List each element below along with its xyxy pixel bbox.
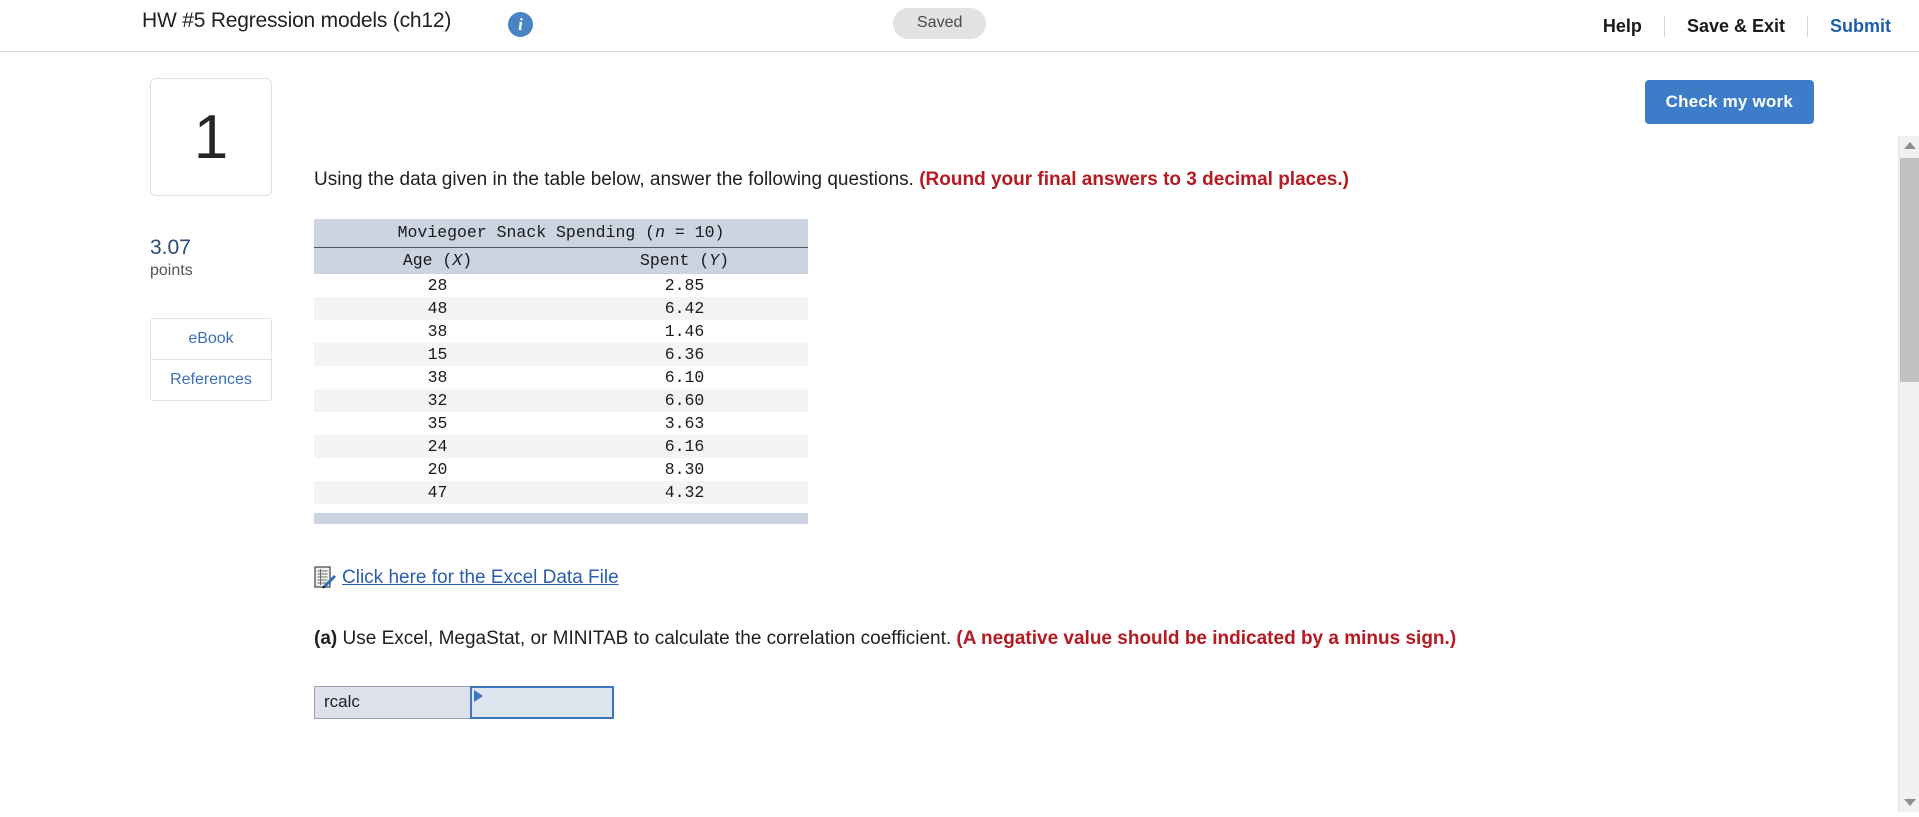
answer-label-rcalc: rcalc: [315, 686, 470, 718]
cell-age: 47: [427, 482, 448, 502]
question-rail: 1 3.07 points eBook References: [150, 78, 272, 401]
ebook-button[interactable]: eBook: [151, 319, 271, 359]
chevron-down-icon: [1903, 799, 1916, 806]
cell-spent: 3.63: [664, 413, 705, 433]
scroll-down-button[interactable]: [1899, 793, 1919, 812]
cell-age: 24: [427, 436, 448, 456]
scroll-up-button[interactable]: [1899, 136, 1919, 155]
assignment-title: HW #5 Regression models (ch12): [142, 9, 452, 32]
question-number-box: 1: [150, 78, 272, 196]
table-row: 24 6.16: [314, 434, 808, 458]
question-stem-text: Using the data given in the table below,…: [314, 169, 914, 190]
table-footer-bar: [314, 512, 808, 524]
table-row: 20 8.30: [314, 457, 808, 481]
excel-data-file-row: Click here for the Excel Data File: [314, 565, 1859, 590]
part-a-hint: (A negative value should be indicated by…: [956, 627, 1457, 649]
scrollbar-thumb[interactable]: [1900, 158, 1919, 382]
points-value: 3.07: [150, 236, 191, 259]
status-badge: Saved: [893, 8, 987, 39]
top-header-bar: HW #5 Regression models (ch12) i Saved H…: [0, 0, 1919, 52]
question-stem: Using the data given in the table below,…: [314, 166, 1859, 194]
cell-spent: 6.36: [664, 344, 705, 364]
cell-age: 32: [427, 390, 448, 410]
cell-age: 38: [427, 367, 448, 387]
references-button[interactable]: References: [151, 359, 271, 400]
submit-link[interactable]: Submit: [1807, 15, 1891, 37]
question-stem-hint: (Round your final answers to 3 decimal p…: [919, 169, 1349, 190]
cell-age: 15: [427, 344, 448, 364]
answer-row: rcalc: [314, 685, 614, 719]
info-icon[interactable]: i: [508, 12, 533, 37]
cell-spent: 6.42: [664, 298, 705, 318]
table-body: 28 2.85 48 6.42 38 1.46 15 6.36 38 6.10 32 6.6…: [314, 273, 808, 524]
cell-age: 38: [427, 321, 448, 341]
part-a-marker: (a): [314, 627, 338, 649]
cell-spent: 2.85: [664, 275, 705, 295]
cell-spent: 1.46: [664, 321, 705, 341]
answer-input-wrapper[interactable]: [470, 685, 614, 719]
table-row: 28 2.85: [314, 273, 808, 297]
cell-spent: 6.10: [664, 367, 705, 387]
chevron-up-icon: [1903, 142, 1916, 149]
rail-buttons: eBook References: [150, 318, 272, 401]
content-scrollbar[interactable]: [1898, 136, 1919, 812]
cell-age: 28: [427, 275, 448, 295]
table-title-row: Moviegoer Snack Spending (n = 10): [314, 218, 808, 248]
cell-spent: 6.60: [664, 390, 705, 410]
table-row: 47 4.32: [314, 480, 808, 504]
cell-age: 35: [427, 413, 448, 433]
part-a-text: Use Excel, MegaStat, or MINITAB to calcu…: [342, 627, 952, 649]
table-row: 32 6.60: [314, 388, 808, 412]
save-and-exit-link[interactable]: Save & Exit: [1663, 15, 1807, 37]
rcalc-input[interactable]: [472, 687, 612, 717]
cell-age: 20: [427, 459, 448, 479]
question-content: Using the data given in the table below,…: [314, 78, 1859, 817]
cell-age: 48: [427, 298, 448, 318]
help-link[interactable]: Help: [1581, 16, 1664, 37]
points-label: points: [150, 262, 193, 279]
table-title: Moviegoer Snack Spending (n = 10): [314, 218, 808, 248]
table-row: 15 6.36: [314, 342, 808, 366]
data-table: Moviegoer Snack Spending (n = 10) Age (X…: [314, 218, 808, 524]
excel-file-icon: [314, 565, 336, 590]
excel-data-file-link[interactable]: Click here for the Excel Data File: [342, 567, 619, 589]
table-row: 38 1.46: [314, 319, 808, 343]
cell-spent: 8.30: [664, 459, 705, 479]
column-header-spent: Spent (Y): [561, 247, 808, 274]
table-row: 48 6.42: [314, 296, 808, 320]
table-row: 35 3.63: [314, 411, 808, 435]
cell-spent: 6.16: [664, 436, 705, 456]
table-row: 38 6.10: [314, 365, 808, 389]
column-header-age: Age (X): [314, 247, 561, 274]
header-actions: Help Save & Exit Submit: [1581, 0, 1891, 52]
cell-spent: 4.32: [664, 482, 705, 502]
table-spacer-row: [314, 503, 808, 513]
table-header-row: Age (X) Spent (Y): [314, 247, 808, 274]
part-a-prompt: (a) Use Excel, MegaStat, or MINITAB to c…: [314, 628, 1859, 650]
